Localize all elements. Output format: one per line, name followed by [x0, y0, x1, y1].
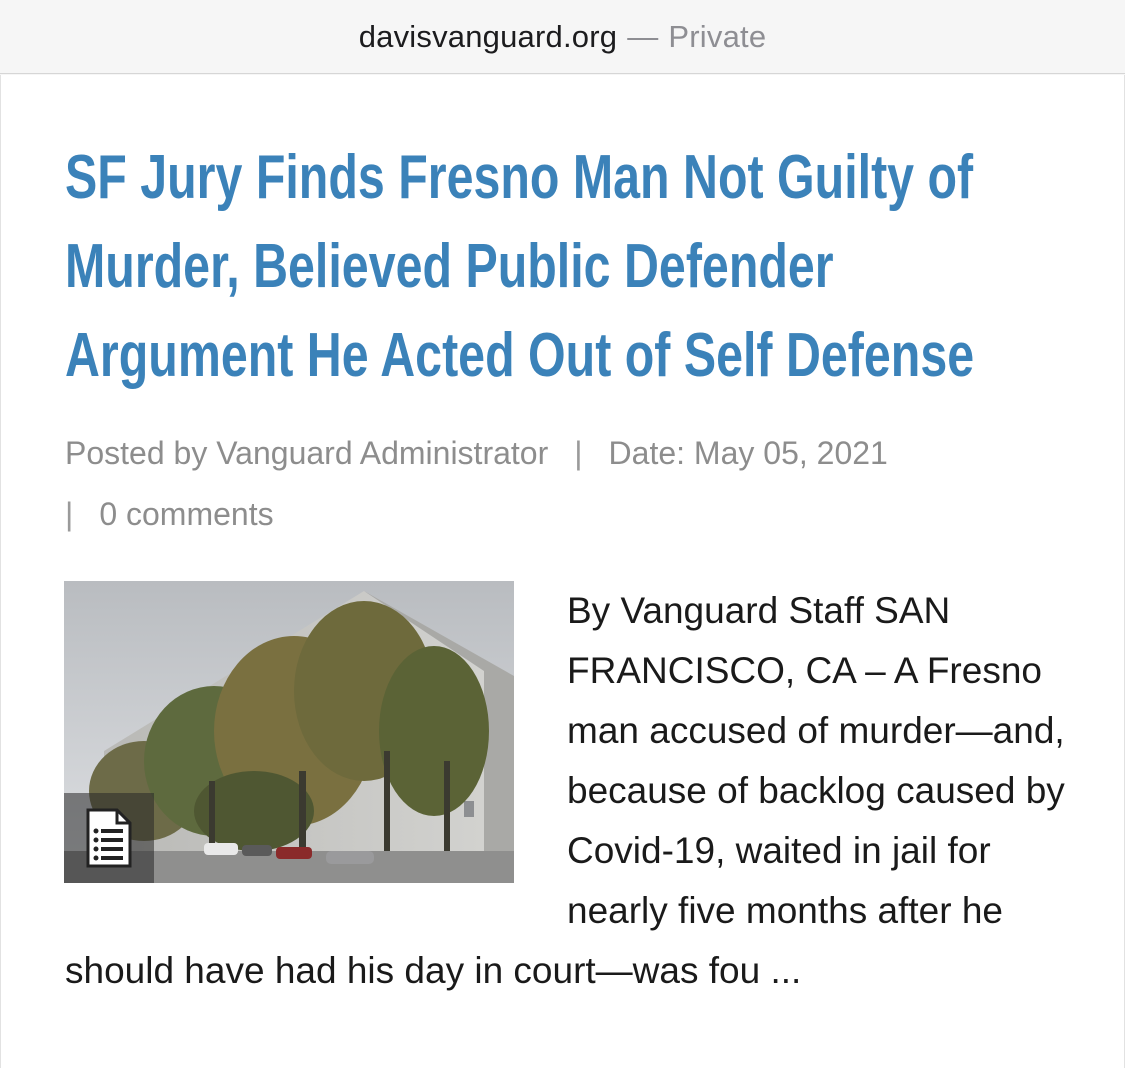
meta-divider: | — [65, 496, 74, 532]
article-title[interactable]: SF Jury Finds Fresno Man Not Guilty of M… — [65, 133, 1071, 400]
meta-divider: | — [574, 435, 583, 471]
address-bar[interactable]: davisvanguard.org — Private — [0, 0, 1125, 74]
article-meta: Posted by Vanguard Administrator | Date: M… — [65, 423, 1025, 545]
comments-link[interactable]: 0 comments — [99, 496, 273, 532]
private-mode-label: Private — [668, 18, 767, 54]
url-separator: — — [627, 18, 659, 54]
post-date: Date: May 05, 2021 — [608, 435, 888, 471]
url-domain: davisvanguard.org — [358, 18, 618, 54]
author-byline[interactable]: Posted by Vanguard Administrator — [65, 435, 548, 471]
document-list-icon — [64, 793, 154, 883]
article-thumbnail[interactable] — [64, 581, 514, 883]
article-page: SF Jury Finds Fresno Man Not Guilty of M… — [0, 75, 1125, 1068]
